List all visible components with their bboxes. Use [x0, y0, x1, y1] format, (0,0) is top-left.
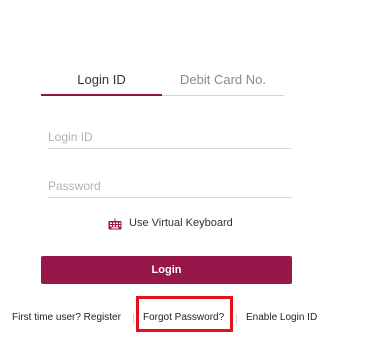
keyboard-icon	[108, 217, 122, 230]
register-link[interactable]: First time user? Register	[12, 312, 121, 323]
link-separator	[133, 314, 134, 324]
active-tab-indicator	[41, 94, 162, 96]
link-separator	[236, 314, 237, 324]
tab-debit-card-no[interactable]: Debit Card No.	[162, 72, 284, 96]
enable-login-id-link[interactable]: Enable Login ID	[246, 312, 317, 323]
password-input[interactable]	[48, 175, 292, 198]
tab-login-id[interactable]: Login ID	[41, 72, 162, 96]
virtual-keyboard-label: Use Virtual Keyboard	[129, 217, 233, 229]
forgot-password-link[interactable]: Forgot Password?	[143, 312, 224, 323]
login-id-input[interactable]	[48, 126, 292, 149]
login-button[interactable]: Login	[41, 256, 292, 284]
virtual-keyboard-link[interactable]: Use Virtual Keyboard	[108, 214, 233, 232]
